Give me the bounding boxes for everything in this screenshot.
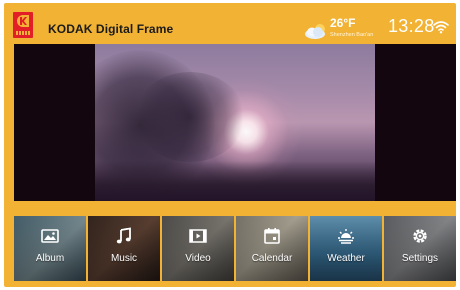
settings-icon: [413, 229, 427, 243]
menu-video-label: Video: [185, 253, 211, 264]
clock-time: 13:28: [388, 16, 435, 36]
tile-shade: [384, 216, 456, 281]
app-title: KODAK Digital Frame: [48, 22, 174, 36]
tile-shade: [236, 216, 308, 281]
menu-weather-label: Weather: [327, 253, 365, 264]
menu-music-button[interactable]: Music: [88, 216, 160, 281]
temperature: 26°F: [330, 16, 356, 30]
menu-calendar-label: Calendar: [251, 253, 293, 264]
tile-shade: [162, 216, 234, 281]
menu-settings-button[interactable]: Settings: [384, 216, 456, 281]
kodak-logo-stripe: [16, 31, 30, 35]
weather-icon: [338, 229, 354, 244]
music-note-icon: [116, 227, 131, 244]
menu-settings-label: Settings: [401, 253, 439, 264]
menu-music-label: Music: [110, 253, 138, 264]
menu-album-button[interactable]: Album: [14, 216, 86, 281]
tile-shade: [14, 216, 86, 281]
menu-video-button[interactable]: Video: [162, 216, 234, 281]
kodak-logo: [13, 12, 33, 38]
device-frame: KODAK Digital Frame 26°F Shenzhen Bao'an…: [4, 3, 456, 287]
header-bar: KODAK Digital Frame 26°F Shenzhen Bao'an…: [4, 3, 456, 41]
weather-location: Shenzhen Bao'an: [330, 32, 374, 38]
tile-shade: [88, 216, 160, 281]
kodak-k-mark: [17, 15, 29, 27]
main-menu: Album Music Video Calendar Weather Setti…: [14, 216, 456, 281]
photo-display[interactable]: [14, 44, 456, 201]
slideshow-photo[interactable]: [95, 44, 375, 201]
photo-tree-silhouette: [135, 72, 245, 162]
wifi-icon[interactable]: [433, 20, 449, 34]
tile-shade: [310, 216, 382, 281]
menu-calendar-button[interactable]: Calendar: [236, 216, 308, 281]
menu-album-label: Album: [35, 253, 65, 264]
partly-cloudy-icon: [305, 24, 325, 39]
photo-ground: [95, 161, 375, 201]
album-icon: [41, 229, 59, 243]
video-icon: [189, 229, 207, 243]
calendar-icon: [264, 228, 280, 244]
menu-weather-button[interactable]: Weather: [310, 216, 382, 281]
